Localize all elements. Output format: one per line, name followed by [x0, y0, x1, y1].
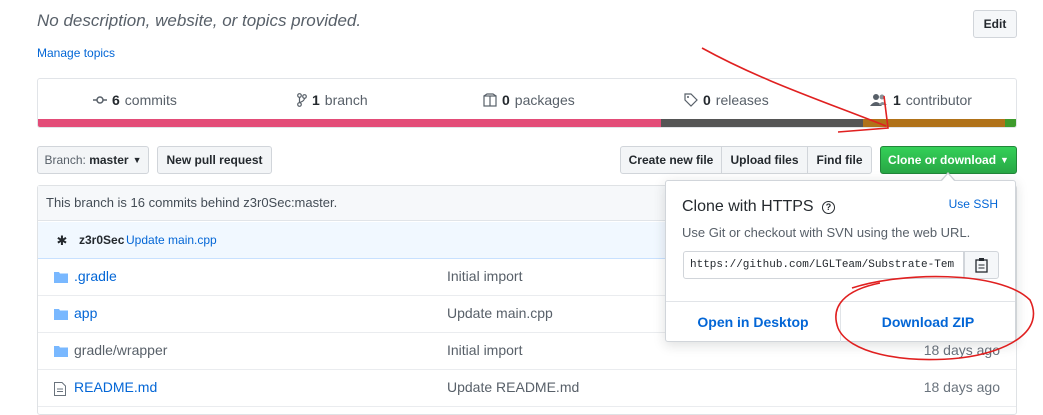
- commit-author[interactable]: z3r0Sec: [79, 233, 124, 247]
- copy-to-clipboard-button[interactable]: [964, 251, 999, 279]
- new-pull-request-button[interactable]: New pull request: [157, 146, 272, 174]
- clipboard-icon: [974, 258, 988, 273]
- clone-url-input[interactable]: [683, 251, 964, 279]
- contributors-label: contributor: [905, 92, 972, 108]
- branches-stat[interactable]: 1 branch: [297, 79, 368, 121]
- file-icon: [54, 382, 66, 396]
- branch-select-button[interactable]: Branch: master ▼: [37, 146, 149, 174]
- file-name[interactable]: gradle/wrapper: [74, 342, 167, 358]
- folder-icon: [54, 309, 68, 320]
- clone-popover-title-row: Clone with HTTPS ?: [682, 198, 836, 216]
- clone-or-download-label: Clone or download: [888, 153, 997, 167]
- file-age: 18 days ago: [923, 379, 1000, 395]
- upload-files-button[interactable]: Upload files: [721, 146, 808, 174]
- commits-count: 6: [112, 92, 120, 108]
- caret-down-icon: ▼: [132, 155, 142, 165]
- commit-icon: [93, 96, 107, 104]
- packages-stat[interactable]: 0 packages: [483, 79, 575, 121]
- repo-description: No description, website, or topics provi…: [37, 11, 362, 30]
- caret-down-icon: ▼: [1000, 155, 1009, 165]
- folder-icon: [54, 272, 68, 283]
- branch-icon: [297, 93, 307, 107]
- file-commit-message[interactable]: Initial import: [447, 268, 522, 284]
- language-bar[interactable]: [38, 119, 1016, 127]
- file-row[interactable]: README.md Update README.md 18 days ago: [38, 370, 1016, 407]
- file-commit-message[interactable]: Update main.cpp: [447, 305, 553, 321]
- popover-caret-fill: [941, 174, 955, 182]
- file-name[interactable]: .gradle: [74, 268, 117, 284]
- file-commit-message[interactable]: Update README.md: [447, 379, 579, 395]
- commits-stat[interactable]: 6 commits: [93, 79, 177, 121]
- clone-popover-footer: Open in Desktop Download ZIP: [666, 301, 1015, 342]
- open-in-desktop-button[interactable]: Open in Desktop: [666, 302, 841, 342]
- avatar[interactable]: ✱: [54, 233, 70, 249]
- branch-prefix: Branch:: [44, 153, 86, 167]
- folder-icon: [54, 346, 68, 357]
- releases-label: releases: [715, 92, 769, 108]
- find-file-button[interactable]: Find file: [807, 146, 872, 174]
- branches-count: 1: [312, 92, 320, 108]
- packages-count: 0: [502, 92, 510, 108]
- download-zip-button[interactable]: Download ZIP: [841, 302, 1015, 342]
- commits-label: commits: [124, 92, 177, 108]
- language-bar-segment[interactable]: [38, 119, 661, 127]
- edit-button[interactable]: Edit: [973, 10, 1017, 38]
- language-bar-segment[interactable]: [863, 119, 1006, 127]
- clone-popover-title: Clone with HTTPS: [682, 198, 814, 215]
- packages-label: packages: [514, 92, 575, 108]
- tag-icon: [684, 93, 698, 107]
- file-name[interactable]: README.md: [74, 379, 157, 395]
- contributors-count: 1: [893, 92, 901, 108]
- use-ssh-link[interactable]: Use SSH: [949, 197, 998, 211]
- branches-label: branch: [324, 92, 368, 108]
- file-age: 18 days ago: [923, 342, 1000, 358]
- create-new-file-button[interactable]: Create new file: [620, 146, 722, 174]
- repo-summary-bar: 6 commits 1 branch 0 packages 0 releases…: [37, 78, 1017, 128]
- people-icon: [870, 94, 887, 106]
- contributors-stat[interactable]: 1 contributor: [870, 79, 972, 121]
- package-icon: [483, 93, 497, 107]
- branch-name: master: [89, 153, 129, 167]
- language-bar-segment[interactable]: [1005, 119, 1016, 127]
- language-bar-segment[interactable]: [660, 119, 864, 127]
- file-name[interactable]: app: [74, 305, 97, 321]
- file-commit-message[interactable]: Initial import: [447, 342, 522, 358]
- question-icon[interactable]: ?: [822, 200, 836, 214]
- releases-count: 0: [703, 92, 711, 108]
- file-path: gradle/wrapper: [74, 342, 168, 358]
- releases-stat[interactable]: 0 releases: [684, 79, 769, 121]
- clone-or-download-button[interactable]: Clone or download ▼: [880, 146, 1017, 174]
- clone-popover: Clone with HTTPS ? Use SSH Use Git or ch…: [665, 180, 1016, 342]
- commit-message[interactable]: Update main.cpp: [126, 233, 217, 247]
- clone-help-text: Use Git or checkout with SVN using the w…: [682, 225, 971, 240]
- manage-topics-link[interactable]: Manage topics: [37, 46, 115, 60]
